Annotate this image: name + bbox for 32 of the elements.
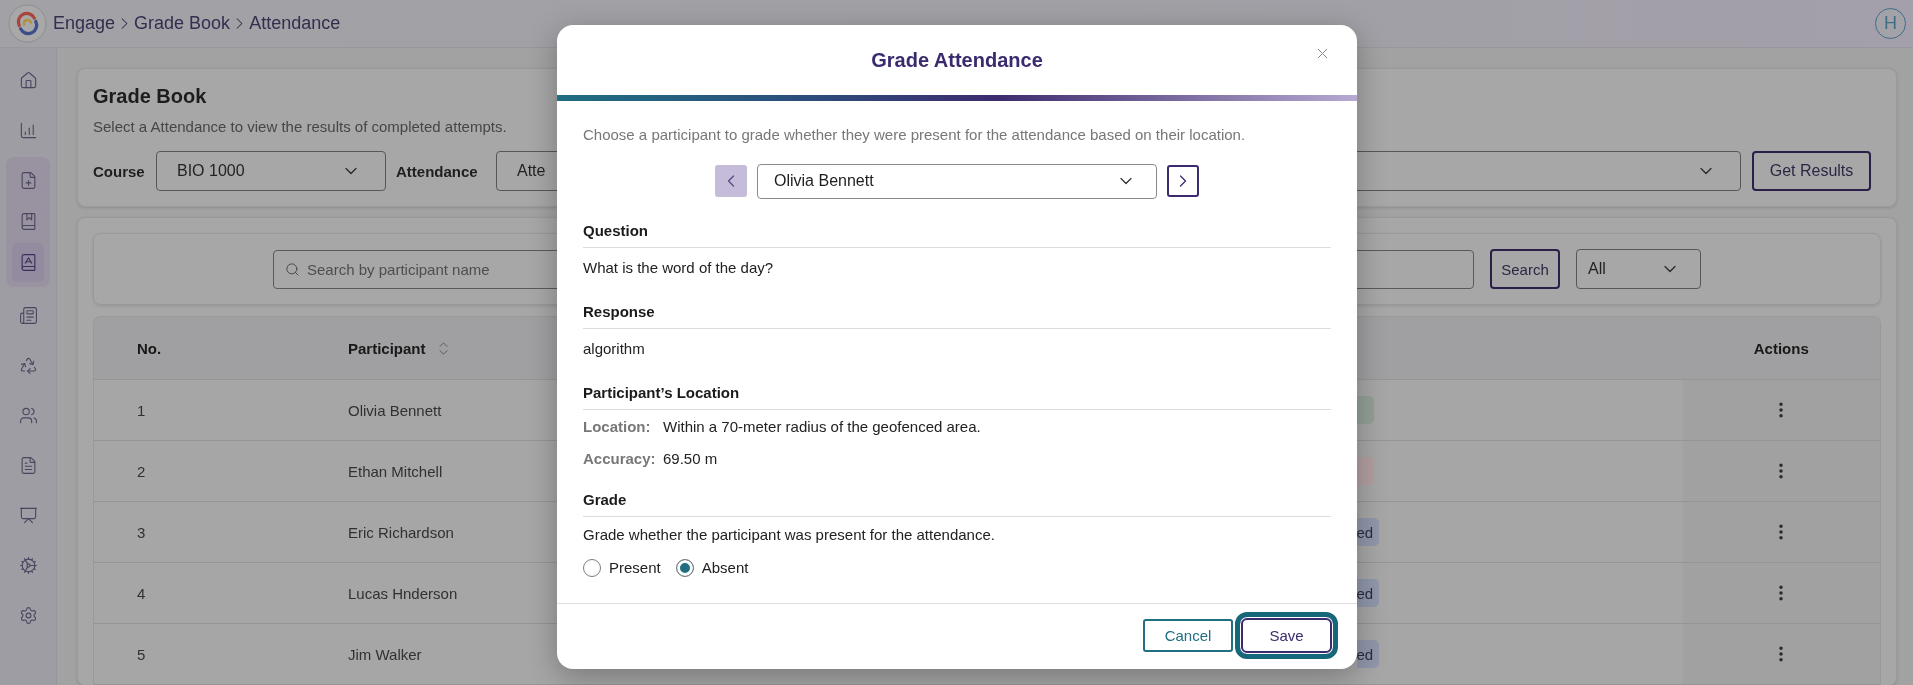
field-label: Location:	[583, 416, 652, 437]
card-title: Grade Book	[93, 84, 207, 108]
filter-label: Attendance	[396, 162, 479, 180]
dialog-description: Choose a participant to grade whether they were present for the attendance based on their location.	[583, 124, 1247, 145]
table-cell: Eric Richardson	[348, 523, 454, 541]
field-value: 69.50 m	[663, 448, 719, 469]
table-cell: Olivia Bennett	[348, 401, 442, 419]
table-cell: 4	[137, 584, 146, 602]
table-cell: 3	[137, 523, 146, 541]
status-badge: ed	[1356, 640, 1380, 668]
column-header: Actions	[1753, 339, 1809, 357]
section-text: What is the word of the day?	[583, 257, 775, 278]
section-heading: Participant’s Location	[583, 382, 1331, 410]
section-text: algorithm	[583, 338, 646, 359]
table-cell: Ethan Mitchell	[348, 462, 443, 480]
table-cell: Lucas Hnderson	[348, 584, 458, 602]
dialog-title: Grade Attendance	[871, 48, 1043, 72]
section-heading: Question	[583, 220, 1331, 248]
column-header: No.	[137, 339, 162, 357]
filter-label: Course	[93, 162, 146, 180]
table-cell: 1	[137, 401, 146, 419]
section-text: Grade whether the participant was present for the attendance.	[583, 524, 996, 545]
table-cell: Jim Walker	[348, 645, 422, 663]
field-value: Within a 70-meter radius of the geofenced area.	[663, 416, 982, 437]
field-label: Accuracy:	[583, 448, 657, 469]
table-cell: 5	[137, 645, 146, 663]
status-badge: ed	[1356, 579, 1380, 607]
status-badge: ed	[1356, 518, 1380, 546]
section-heading: Grade	[583, 489, 1331, 517]
table-cell: 2	[137, 462, 146, 480]
card-subtitle: Select a Attendance to view the results of completed attempts.	[93, 117, 507, 137]
section-heading: Response	[583, 301, 1331, 329]
